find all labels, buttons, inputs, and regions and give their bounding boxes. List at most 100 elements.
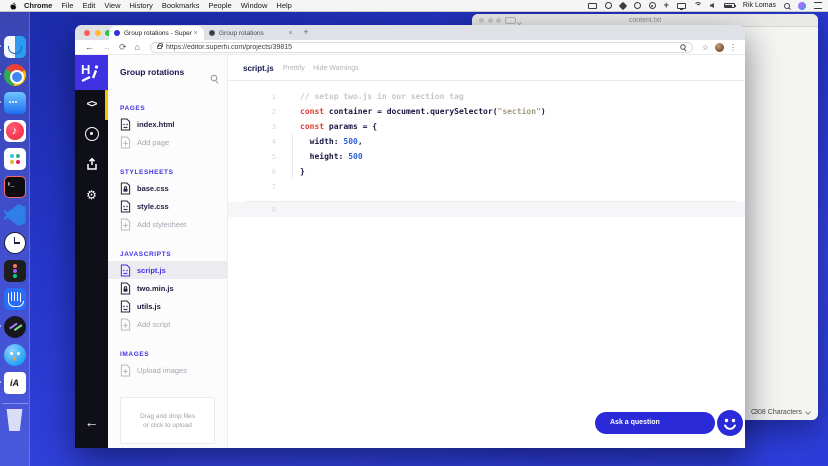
display-icon[interactable] — [676, 2, 686, 10]
dock-icon-music[interactable] — [0, 120, 26, 142]
forward-button[interactable] — [102, 40, 111, 54]
apple-logo-icon[interactable] — [9, 2, 17, 10]
url-text[interactable]: https://editor.superhi.com/projects/3981… — [166, 44, 676, 51]
background-window-title: content.txt — [628, 17, 662, 24]
file-dropzone[interactable]: Drag and drop files or click to upload — [120, 397, 215, 444]
code-line[interactable]: 1 // setup two.js in our section tag — [228, 89, 745, 104]
file-item-upload-images[interactable]: Upload images — [108, 361, 227, 379]
file-name: utils.js — [137, 301, 161, 311]
file-item-utils.js[interactable]: utils.js — [108, 297, 227, 315]
file-item-add-page[interactable]: Add page — [108, 133, 227, 151]
dock-icon-vscode[interactable] — [3, 204, 26, 226]
superhi-logo[interactable]: H — [75, 55, 108, 90]
file-item-style.css[interactable]: style.css — [108, 197, 227, 215]
code-line[interactable]: 7 — [228, 179, 745, 194]
zoom-page-icon[interactable] — [680, 44, 686, 50]
code-line[interactable]: 3 const params = { — [228, 119, 745, 134]
tab-close-icon[interactable] — [287, 30, 294, 37]
sync-icon[interactable] — [633, 2, 641, 9]
menu-view[interactable]: View — [104, 1, 120, 10]
browser-tab[interactable]: Group rotations - SuperHi — [109, 26, 204, 40]
code-line[interactable]: 8 — [228, 202, 745, 217]
window-traffic-lights[interactable] — [84, 29, 111, 36]
address-bar[interactable]: https://editor.superhi.com/projects/3981… — [149, 41, 693, 53]
project-title: Group rotations — [120, 67, 185, 77]
plus-icon[interactable] — [664, 1, 669, 10]
dock-icon-finder[interactable] — [0, 36, 26, 58]
home-button[interactable] — [135, 40, 140, 54]
line-number: 5 — [271, 152, 276, 161]
tab-close-icon[interactable] — [192, 30, 199, 37]
file-item-add-stylesheet[interactable]: Add stylesheet — [108, 215, 227, 233]
code-view-icon[interactable] — [75, 90, 108, 120]
time-machine-icon[interactable] — [604, 2, 612, 9]
character-count[interactable]: 308 Characters — [754, 409, 802, 416]
battery-icon[interactable] — [723, 3, 736, 8]
close-window-button[interactable] — [84, 29, 90, 36]
search-icon[interactable] — [210, 67, 218, 87]
file-item-index.html[interactable]: index.html — [108, 115, 227, 133]
menu-window[interactable]: Window — [241, 1, 268, 10]
code-text: } — [300, 167, 305, 176]
messages-icon — [3, 92, 26, 114]
code-line[interactable]: 6} — [228, 164, 745, 179]
ask-question-button[interactable]: Ask a question — [595, 412, 715, 434]
dock-icon-clock[interactable] — [3, 232, 26, 254]
dock-icon-screenflow[interactable] — [0, 316, 26, 338]
chevron-down-icon[interactable] — [805, 409, 811, 415]
dock-icon-messages[interactable] — [0, 92, 26, 114]
siri-icon[interactable] — [798, 1, 806, 10]
publish-upload-icon[interactable] — [75, 149, 108, 179]
dropbox-icon[interactable] — [618, 1, 627, 10]
shield-icon[interactable] — [648, 2, 656, 9]
menu-help[interactable]: Help — [276, 1, 291, 10]
volume-icon[interactable] — [709, 3, 714, 8]
dock — [0, 12, 30, 466]
gear-icon[interactable] — [75, 180, 108, 210]
menu-people[interactable]: People — [208, 1, 231, 10]
menu-edit[interactable]: Edit — [82, 1, 95, 10]
dock-icon-intercom[interactable] — [3, 288, 26, 310]
file-icon — [120, 299, 131, 313]
back-button[interactable] — [85, 40, 94, 54]
browser-tab[interactable]: Group rotations — [204, 26, 299, 40]
user-menu[interactable]: Rik Lomas — [743, 2, 776, 9]
smiley-chat-button[interactable] — [717, 410, 743, 436]
notification-center-icon[interactable] — [814, 2, 822, 9]
dock-icon-terminal[interactable] — [3, 176, 26, 198]
spotlight-search-icon[interactable] — [784, 2, 790, 9]
prettify-button[interactable]: Prettify — [283, 65, 305, 72]
dock-icon-ia-writer[interactable] — [0, 372, 26, 394]
dock-icon-trash[interactable] — [1, 403, 28, 431]
code-area[interactable]: 1 // setup two.js in our section tag 2 cons… — [228, 81, 745, 217]
dock-icon-figma[interactable] — [3, 260, 26, 282]
menu-chrome[interactable]: Chrome — [24, 1, 52, 10]
file-item-two.min.js[interactable]: two.min.js — [108, 279, 227, 297]
code-line[interactable]: 5 height: 500 — [228, 149, 745, 164]
minimize-window-button[interactable] — [94, 29, 101, 36]
screen-mirroring-icon[interactable] — [587, 2, 597, 9]
bookmark-star-icon[interactable] — [702, 43, 709, 52]
tab-title: Group rotations - SuperHi — [124, 29, 192, 37]
wifi-icon[interactable] — [693, 1, 702, 10]
hide-warnings-button[interactable]: Hide Warnings — [313, 65, 359, 72]
menu-history[interactable]: History — [130, 1, 153, 10]
reload-button[interactable] — [119, 40, 127, 54]
menu-bookmarks[interactable]: Bookmarks — [162, 1, 200, 10]
file-item-script.js[interactable]: script.js — [108, 261, 227, 279]
profile-avatar[interactable] — [715, 42, 724, 52]
menu-file[interactable]: File — [61, 1, 73, 10]
new-tab-button[interactable] — [299, 26, 313, 40]
dock-icon-twitterrific[interactable] — [3, 344, 26, 366]
browser-menu-icon[interactable] — [729, 43, 737, 52]
dock-icon-slack[interactable] — [3, 148, 26, 170]
vscode-icon — [3, 204, 26, 226]
preview-eye-icon[interactable] — [75, 118, 108, 148]
back-arrow-icon[interactable] — [75, 407, 108, 437]
file-item-add-script[interactable]: Add script — [108, 315, 227, 333]
file-item-base.css[interactable]: base.css — [108, 179, 227, 197]
code-line[interactable]: 4 width: 500, — [228, 134, 745, 149]
file-name: Add page — [137, 137, 170, 147]
dock-icon-chrome[interactable] — [0, 64, 26, 86]
code-line[interactable]: 2 const container = document.querySelecto… — [228, 104, 745, 119]
